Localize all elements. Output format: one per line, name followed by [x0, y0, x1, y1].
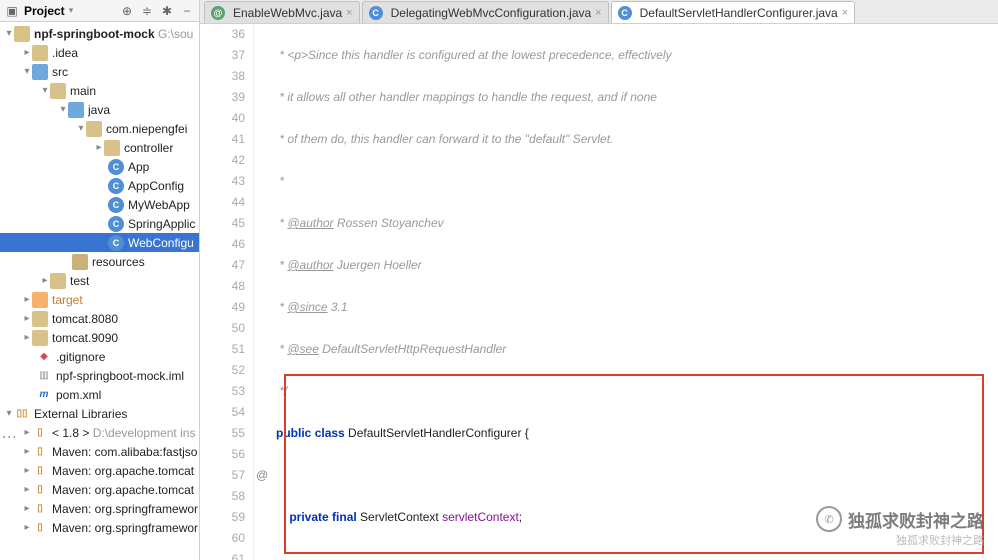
tree-item[interactable]: ▾com.niepengfei [0, 119, 199, 138]
close-icon[interactable]: × [595, 7, 601, 19]
tree-item[interactable]: ▥npf-springboot-mock.iml [0, 366, 199, 385]
tree-item[interactable]: ▸controller [0, 138, 199, 157]
tree-item[interactable]: ▸tomcat.9090 [0, 328, 199, 347]
tree-item[interactable]: ▸target [0, 290, 199, 309]
tree-item[interactable]: ▸test [0, 271, 199, 290]
tree-item[interactable]: CSpringApplic [0, 214, 199, 233]
editor: @EnableWebMvc.java× CDelegatingWebMvcCon… [200, 0, 998, 560]
tab-label: EnableWebMvc.java [233, 6, 342, 20]
collapse-icon[interactable]: ≑ [139, 3, 155, 19]
tree-item-selected[interactable]: CWebConfigu [0, 233, 199, 252]
tree-item[interactable]: CApp [0, 157, 199, 176]
tree-item[interactable]: ▸▯Maven: org.apache.tomcat [0, 480, 199, 499]
close-icon[interactable]: × [842, 7, 848, 19]
watermark: ✆ 独孤求败封神之路 [816, 506, 984, 532]
tree-item[interactable]: ▸▯Maven: org.apache.tomcat [0, 461, 199, 480]
tree-item[interactable]: CMyWebApp [0, 195, 199, 214]
tree-item[interactable]: ▸.idea [0, 43, 199, 62]
tree-item[interactable]: resources [0, 252, 199, 271]
project-tree[interactable]: ▾npf-springboot-mock G:\sou ▸.idea ▾src … [0, 22, 199, 560]
gutter: 3637383940414243444546474849505152535455… [200, 24, 254, 560]
hide-icon[interactable]: − [179, 3, 195, 19]
tab-label: DefaultServletHandlerConfigurer.java [640, 6, 838, 20]
tree-item[interactable]: ▾main [0, 81, 199, 100]
project-sidebar: ▣ Project ▾ ⊕ ≑ ✱ − ▾npf-springboot-mock… [0, 0, 200, 560]
editor-tab[interactable]: @EnableWebMvc.java× [204, 1, 360, 23]
tree-item[interactable]: ▸▯Maven: org.springframewor [0, 518, 199, 537]
code-area[interactable]: 3637383940414243444546474849505152535455… [200, 24, 998, 560]
tree-item[interactable]: CAppConfig [0, 176, 199, 195]
tree-root[interactable]: ▾npf-springboot-mock G:\sou [0, 24, 199, 43]
editor-tab[interactable]: CDelegatingWebMvcConfiguration.java× [362, 1, 609, 23]
tree-item[interactable]: ◆.gitignore [0, 347, 199, 366]
dropdown-arrow-icon[interactable]: ▾ [69, 5, 74, 16]
project-icon: ▣ [4, 3, 20, 19]
scroll-from-source-icon[interactable]: ⊕ [119, 3, 135, 19]
code-content[interactable]: * <p>Since this handler is configured at… [254, 24, 998, 560]
editor-tabs: @EnableWebMvc.java× CDelegatingWebMvcCon… [200, 0, 998, 24]
tree-item[interactable]: ▾java [0, 100, 199, 119]
tree-external-libs[interactable]: ▾▯▯External Libraries [0, 404, 199, 423]
watermark-sub: 独孤求败封神之路 [896, 532, 984, 548]
project-title: Project [24, 4, 65, 18]
project-toolbar: ▣ Project ▾ ⊕ ≑ ✱ − [0, 0, 199, 22]
editor-tab-active[interactable]: CDefaultServletHandlerConfigurer.java× [611, 1, 856, 23]
tab-label: DelegatingWebMvcConfiguration.java [391, 6, 592, 20]
collapse-handle-icon[interactable]: ⋮ [2, 430, 18, 442]
tree-item[interactable]: ▸▯< 1.8 > D:\development ins [0, 423, 199, 442]
tree-item[interactable]: ▾src [0, 62, 199, 81]
tree-item[interactable]: mpom.xml [0, 385, 199, 404]
tree-item[interactable]: ▸▯Maven: org.springframewor [0, 499, 199, 518]
tree-item[interactable]: ▸▯Maven: com.alibaba:fastjso [0, 442, 199, 461]
close-icon[interactable]: × [346, 7, 352, 19]
settings-icon[interactable]: ✱ [159, 3, 175, 19]
wechat-icon: ✆ [816, 506, 842, 532]
tree-item[interactable]: ▸tomcat.8080 [0, 309, 199, 328]
